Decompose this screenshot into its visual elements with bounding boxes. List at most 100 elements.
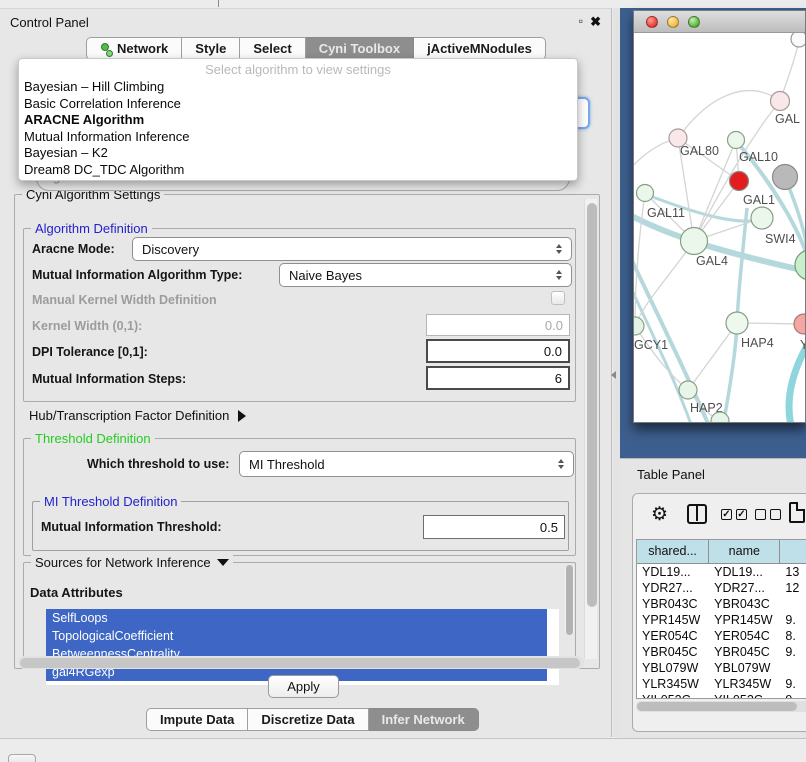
sources-legend[interactable]: Sources for Network Inference	[31, 555, 233, 570]
mi-type-combo[interactable]: Naive Bayes	[279, 263, 572, 287]
table-row[interactable]: YBR043CYBR043C	[637, 596, 806, 612]
tab-select[interactable]: Select	[240, 37, 305, 60]
algorithm-option[interactable]: ARACNE Algorithm	[19, 112, 577, 129]
settings-vertical-scrollbar[interactable]	[584, 199, 597, 659]
table-cell: YLR345W	[709, 676, 780, 692]
table-row[interactable]: YIL052CYIL052C9	[637, 692, 806, 699]
algorithm-definition-group: Algorithm Definition Aracne Mode: Discov…	[23, 228, 576, 402]
threshold-definition-legend: Threshold Definition	[31, 431, 155, 446]
gear-icon[interactable]: ⚙	[651, 503, 668, 526]
attribute-item[interactable]: SelfLoops	[46, 609, 547, 627]
node-label: GAL11	[647, 206, 685, 220]
settings-horizontal-scrollbar[interactable]	[18, 656, 584, 669]
network-canvas[interactable]: GALGAL80GAL10GAL1GAL11SWI4GAL4GCY1HAP4YH…	[634, 33, 805, 422]
collapse-arrow-icon	[217, 559, 229, 566]
table-row[interactable]: YDR27...YDR27...12	[637, 580, 806, 596]
table-cell	[780, 596, 806, 612]
column-header[interactable]: shared...	[637, 540, 709, 564]
mi-steps-field[interactable]: 6	[426, 366, 570, 390]
network-node-gcy1[interactable]	[634, 317, 644, 335]
hub-definition-label: Hub/Transcription Factor Definition	[29, 408, 229, 423]
network-node-swi4[interactable]	[795, 250, 805, 280]
hub-definition-expander[interactable]: Hub/Transcription Factor Definition	[29, 408, 246, 423]
node-label: SWI4	[765, 232, 796, 246]
float-window-icon[interactable]: ▫	[579, 14, 583, 28]
collapse-panel-icon[interactable]	[611, 371, 616, 379]
dpi-tolerance-field[interactable]: 0.0	[426, 339, 570, 363]
table-cell: 12	[780, 580, 806, 596]
network-node-y[interactable]	[794, 314, 805, 334]
node-label: HAP4	[741, 336, 774, 350]
sources-group: Sources for Network Inference Data Attri…	[23, 562, 576, 666]
table-row[interactable]: YBR045CYBR045C9.	[637, 644, 806, 660]
algorithm-option[interactable]: Dream8 DC_TDC Algorithm	[19, 162, 577, 179]
network-node-gal11[interactable]	[637, 185, 654, 202]
tab-label: Cyni Toolbox	[319, 41, 400, 56]
algorithm-option[interactable]: Bayesian – Hill Climbing	[19, 79, 577, 96]
mac-close-icon[interactable]	[646, 16, 658, 28]
column-header[interactable]: name	[709, 540, 780, 564]
new-table-icon[interactable]	[789, 502, 805, 523]
table-cell: YDL19...	[709, 564, 780, 580]
algorithm-option[interactable]: Bayesian – K2	[19, 145, 577, 162]
mi-threshold-group: MI Threshold Definition Mutual Informati…	[32, 501, 569, 551]
table-cell: YPR145W	[709, 612, 780, 628]
mi-type-label: Mutual Information Algorithm Type:	[32, 268, 242, 282]
network-node[interactable]	[773, 165, 798, 190]
table-row[interactable]: YER054CYER054C8.	[637, 628, 806, 644]
tab-style[interactable]: Style	[182, 37, 240, 60]
tab-cyni-toolbox[interactable]: Cyni Toolbox	[306, 37, 414, 60]
network-node-hap4[interactable]	[726, 312, 748, 334]
bottom-left-button[interactable]	[8, 754, 36, 762]
table-row[interactable]: YDL19...YDL19...13	[637, 564, 806, 580]
top-strip	[0, 0, 806, 8]
algorithm-option[interactable]: Mutual Information Inference	[19, 129, 577, 146]
scrollbar-thumb[interactable]	[587, 203, 597, 607]
stepper-icon	[556, 244, 562, 254]
tab-label: Style	[195, 41, 226, 56]
table-cell: YDR27...	[709, 580, 780, 596]
network-window-titlebar[interactable]	[634, 11, 805, 33]
table-cell: YDL19...	[637, 564, 709, 580]
manual-kernel-checkbox[interactable]	[551, 291, 565, 305]
network-node-gal4[interactable]	[681, 228, 708, 255]
node-label: GAL80	[680, 144, 719, 158]
network-node-hap2[interactable]	[679, 381, 697, 399]
attribute-item[interactable]: TopologicalCoefficient	[46, 627, 547, 645]
aracne-mode-combo[interactable]: Discovery	[132, 237, 572, 261]
network-node-gal1[interactable]	[751, 207, 773, 229]
network-node[interactable]	[791, 33, 805, 47]
table-panel: ⚙ ✓✓ shared...name YDL19...YDL19...13YDR…	[632, 493, 806, 732]
network-node-gal10[interactable]	[728, 132, 745, 149]
deselect-all-icon[interactable]	[755, 509, 781, 520]
network-node-gal[interactable]	[771, 92, 790, 111]
kernel-width-field[interactable]: 0.0	[426, 314, 570, 336]
scrollbar-thumb[interactable]	[20, 658, 580, 668]
attributes-scrollbar[interactable]	[565, 565, 574, 635]
scrollbar-thumb[interactable]	[637, 702, 797, 711]
close-icon[interactable]: ✖	[590, 14, 601, 30]
mac-minimize-icon[interactable]	[667, 16, 679, 28]
mi-threshold-field[interactable]: 0.5	[423, 515, 565, 539]
table-row[interactable]: YLR345WYLR345W9.	[637, 676, 806, 692]
table-row[interactable]: YPR145WYPR145W9.	[637, 612, 806, 628]
tab-network[interactable]: Network	[86, 37, 182, 60]
tab-infer-network[interactable]: Infer Network	[369, 708, 479, 731]
which-threshold-combo[interactable]: MI Threshold	[239, 451, 574, 477]
tab-jactivemnodules[interactable]: jActiveMNodules	[414, 37, 546, 60]
tab-discretize-data[interactable]: Discretize Data	[248, 708, 368, 731]
algorithm-option[interactable]: Basic Correlation Inference	[19, 96, 577, 113]
table-cell: YBR045C	[637, 644, 709, 660]
network-view-window: GALGAL80GAL10GAL1GAL11SWI4GAL4GCY1HAP4YH…	[633, 10, 806, 423]
apply-button[interactable]: Apply	[268, 675, 339, 698]
table-row[interactable]: YBL079WYBL079W	[637, 660, 806, 676]
scrollbar-thumb[interactable]	[566, 565, 573, 635]
mac-zoom-icon[interactable]	[688, 16, 700, 28]
column-header[interactable]	[780, 540, 806, 564]
cyni-algorithm-settings-group: Cyni Algorithm Settings Algorithm Defini…	[14, 194, 600, 669]
tab-impute-data[interactable]: Impute Data	[146, 708, 248, 731]
table-horizontal-scrollbar[interactable]	[636, 701, 806, 712]
select-all-icon[interactable]: ✓✓	[721, 509, 747, 520]
network-node[interactable]	[730, 172, 749, 191]
columns-icon[interactable]	[687, 504, 707, 524]
